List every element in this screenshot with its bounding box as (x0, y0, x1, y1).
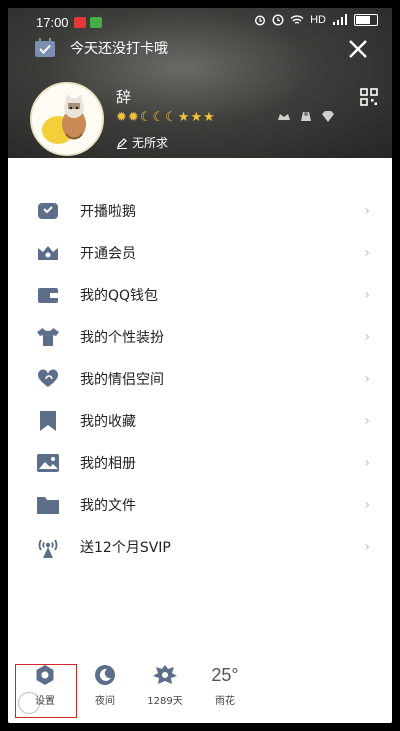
folder-icon (37, 497, 59, 514)
bookmark-icon (40, 411, 56, 431)
star-level-icon: ★ (177, 110, 190, 125)
weather-location: 雨花 (215, 696, 235, 707)
qq-side-drawer: 17:00 HD 今天还没打卡哦 辞 ✹ ✹ ☾ ☾ ☾ ★ ★ ★ 无所求 开… (8, 8, 392, 723)
penguin-days-icon (153, 665, 177, 684)
menu-item-wallet[interactable]: 我的QQ钱包 › (8, 274, 392, 316)
weather-button[interactable]: 25° 雨花 (200, 662, 250, 708)
vip-badges[interactable] (276, 108, 336, 124)
days-button[interactable]: 1289天 (140, 662, 190, 707)
chevron-right-icon: › (364, 245, 370, 261)
menu-label: 我的相册 (80, 456, 136, 472)
drawer-menu: 开播啦鹅 › 开通会员 › 我的QQ钱包 › 我的个性装扮 › 我的情侣空间 ›… (8, 158, 392, 638)
menu-label: 我的文件 (80, 498, 136, 514)
sun-level-icon: ✹ (127, 110, 139, 125)
days-label: 1289天 (147, 696, 183, 707)
weather-temperature: 25° (211, 664, 239, 685)
menu-label: 我的QQ钱包 (80, 288, 159, 304)
chevron-right-icon: › (364, 287, 370, 303)
menu-item-album[interactable]: 我的相册 › (8, 442, 392, 484)
night-mode-icon (95, 665, 115, 685)
qq-level-badges[interactable]: ✹ ✹ ☾ ☾ ☾ ★ ★ ★ (116, 110, 215, 125)
night-mode-label: 夜间 (95, 696, 115, 707)
couple-heart-icon (37, 369, 59, 387)
status-icons: HD (254, 14, 378, 26)
chevron-right-icon: › (364, 539, 370, 555)
diamond-badge-icon (322, 111, 334, 122)
wifi-icon (290, 15, 304, 24)
settings-button[interactable]: 设置 (20, 662, 70, 707)
signature[interactable]: 无所求 (116, 134, 168, 151)
battery-icon (354, 14, 378, 26)
menu-item-membership[interactable]: 开通会员 › (8, 232, 392, 274)
checkin-text: 今天还没打卡哦 (70, 41, 168, 57)
moon-level-icon: ☾ (152, 110, 165, 125)
moon-level-icon: ☾ (139, 110, 152, 125)
notification-badge-green (90, 17, 102, 28)
menu-label: 我的情侣空间 (80, 372, 164, 388)
profile-header: 17:00 HD 今天还没打卡哦 辞 ✹ ✹ ☾ ☾ ☾ ★ ★ ★ 无所求 (8, 8, 392, 158)
chevron-right-icon: › (364, 413, 370, 429)
moon-level-icon: ☾ (165, 110, 177, 125)
profile-block: 辞 ✹ ✹ ☾ ☾ ☾ ★ ★ ★ 无所求 (30, 82, 380, 162)
cat-avatar-image (32, 84, 102, 154)
star-level-icon: ★ (203, 110, 215, 125)
member-crown-icon (38, 246, 58, 260)
menu-item-favorites[interactable]: 我的收藏 › (8, 400, 392, 442)
svip-badge-icon (301, 112, 311, 121)
settings-icon (36, 665, 54, 685)
calendar-check-icon (35, 38, 55, 57)
chevron-right-icon: › (364, 455, 370, 471)
phone-frame: 17:00 HD 今天还没打卡哦 辞 ✹ ✹ ☾ ☾ ☾ ★ ★ ★ 无所求 开… (0, 0, 400, 731)
signature-text: 无所求 (132, 136, 169, 150)
live-icon (38, 203, 58, 219)
status-time: 17:00 (36, 15, 69, 30)
wallet-icon (38, 288, 58, 303)
svip-broadcast-icon (38, 539, 58, 558)
chevron-right-icon: › (364, 329, 370, 345)
menu-item-couple-space[interactable]: 我的情侣空间 › (8, 358, 392, 400)
avatar[interactable] (30, 82, 104, 156)
close-icon[interactable] (346, 37, 370, 61)
tshirt-icon (37, 328, 59, 346)
clock-icon (272, 14, 284, 26)
menu-label: 开通会员 (80, 246, 136, 262)
bottom-bar: 设置 夜间 1289天 25° 雨花 (8, 648, 392, 723)
edit-icon (117, 137, 127, 149)
menu-item-live[interactable]: 开播啦鹅 › (8, 190, 392, 232)
sun-level-icon: ✹ (116, 110, 127, 125)
menu-label: 送12个月SVIP (80, 540, 171, 556)
status-bar: 17:00 HD (8, 12, 392, 34)
chevron-right-icon: › (364, 203, 370, 219)
qr-code-icon[interactable] (360, 88, 378, 106)
username[interactable]: 辞 (116, 86, 131, 107)
menu-label: 我的个性装扮 (80, 330, 164, 346)
chevron-right-icon: › (364, 497, 370, 513)
menu-item-svip-gift[interactable]: 送12个月SVIP › (8, 526, 392, 568)
alarm-icon (255, 15, 266, 26)
checkin-bar[interactable]: 今天还没打卡哦 (30, 34, 370, 62)
notification-badge-red (74, 17, 86, 28)
settings-label: 设置 (35, 696, 55, 707)
night-mode-button[interactable]: 夜间 (80, 662, 130, 707)
menu-label: 开播啦鹅 (80, 204, 136, 220)
chevron-right-icon: › (364, 371, 370, 387)
menu-label: 我的收藏 (80, 414, 136, 430)
vip-badge-icon (278, 114, 290, 120)
signal-icon (333, 14, 347, 25)
star-level-icon: ★ (190, 110, 203, 125)
photo-album-icon (37, 454, 59, 472)
network-label: HD (310, 14, 326, 26)
menu-item-files[interactable]: 我的文件 › (8, 484, 392, 526)
menu-item-decoration[interactable]: 我的个性装扮 › (8, 316, 392, 358)
